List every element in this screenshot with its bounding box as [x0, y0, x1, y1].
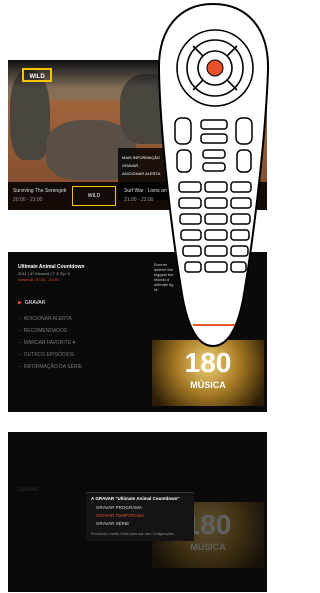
- remote-button[interactable]: [230, 229, 250, 241]
- remote-body: [157, 2, 270, 348]
- remote-button[interactable]: [202, 149, 226, 159]
- menu-item-label: MARCAR FAVORITE ♥: [23, 340, 76, 346]
- remote-button[interactable]: [236, 149, 252, 173]
- remote-button[interactable]: [230, 197, 252, 209]
- menu-item-alerta[interactable]: – ADICIONAR ALERTA: [18, 316, 72, 322]
- remote-button[interactable]: [184, 261, 202, 273]
- background-menu-item: GRAVAR: [18, 487, 39, 493]
- remote-button[interactable]: [230, 245, 249, 257]
- remote-button[interactable]: [230, 213, 251, 225]
- menu-item-recomendados[interactable]: – RECOMENDADOS: [18, 328, 67, 334]
- menu-item-label: OUTROS EPISÓDIOS: [23, 352, 75, 358]
- remote-button[interactable]: [204, 197, 228, 209]
- remote-button[interactable]: [179, 213, 202, 225]
- program-left-title[interactable]: Surviving The Serengeti: [13, 188, 66, 194]
- record-popup-panel: GRAVAR 180 MÚSICA A GRAVAR "Ultimate Ani…: [8, 432, 267, 592]
- menu-item-label: RECOMENDADOS: [23, 328, 68, 334]
- program-title: Ultimate Animal Countdown: [18, 264, 85, 270]
- promo-number: 180: [184, 347, 232, 378]
- remote-button[interactable]: [178, 197, 202, 209]
- remote-button[interactable]: [180, 229, 202, 241]
- bullet-icon: –: [18, 316, 21, 322]
- bullet-icon: –: [18, 364, 21, 370]
- remote-button[interactable]: [202, 162, 226, 172]
- record-dialog-hint: Pressione o botão Voltar para sair das C…: [91, 532, 174, 536]
- remote-control-icon: [157, 2, 270, 348]
- program-right-time: 21:00 - 22:00: [124, 197, 154, 203]
- remote-button[interactable]: [204, 213, 228, 225]
- remote-button[interactable]: [178, 181, 202, 193]
- remote-button[interactable]: [182, 245, 202, 257]
- remote-button[interactable]: [200, 133, 228, 144]
- menu-item-gravar[interactable]: ▶ GRAVAR: [18, 300, 45, 306]
- ok-button[interactable]: [206, 59, 224, 77]
- bullet-icon: –: [18, 340, 21, 346]
- selection-arrow-icon: ▶: [18, 300, 22, 306]
- remote-button[interactable]: [204, 245, 228, 257]
- remote-button[interactable]: [204, 229, 228, 241]
- record-option-serie[interactable]: GRAVAR SÉRIE: [96, 521, 129, 526]
- menu-item-episodios[interactable]: – OUTROS EPISÓDIOS: [18, 352, 74, 358]
- remote-button[interactable]: [200, 119, 228, 130]
- remote-button[interactable]: [230, 261, 247, 273]
- promo-word: MÚSICA: [190, 542, 226, 552]
- record-option-temporada[interactable]: GRAVAR TEMPORADA: [96, 513, 144, 518]
- record-dialog: A GRAVAR "Ultimate Animal Countdown" GRA…: [86, 492, 194, 541]
- menu-item-label: ADICIONAR ALERTA: [23, 316, 72, 322]
- bullet-icon: –: [18, 328, 21, 334]
- menu-item-favorite[interactable]: – MARCAR FAVORITE ♥: [18, 340, 76, 346]
- program-time: Amanhã, 20:30 - 21:20: [18, 277, 59, 282]
- record-dialog-title: A GRAVAR "Ultimate Animal Countdown": [91, 496, 180, 501]
- record-option-programa[interactable]: GRAVAR PROGRAMA: [96, 505, 142, 510]
- program-left-time: 20:00 - 21:00: [13, 197, 43, 203]
- menu-item-label: INFORMAÇÃO DA SÉRIE: [23, 364, 83, 370]
- promo-word: MÚSICA: [190, 380, 226, 390]
- remote-button[interactable]: [176, 149, 192, 173]
- remote-button[interactable]: [230, 181, 252, 193]
- program-meta: 2011 | 47 Minutos | T 3, Ep. 6: [18, 271, 70, 276]
- menu-item-label: GRAVAR: [24, 300, 46, 306]
- remote-button[interactable]: [204, 181, 228, 193]
- remote-button[interactable]: [174, 117, 192, 145]
- channel-logo: WILD: [22, 68, 52, 82]
- remote-button[interactable]: [204, 261, 228, 273]
- bullet-icon: –: [18, 352, 21, 358]
- program-thumbnail[interactable]: WILD: [72, 186, 116, 206]
- remote-button[interactable]: [235, 117, 253, 145]
- menu-item-serie-info[interactable]: – INFORMAÇÃO DA SÉRIE: [18, 364, 82, 370]
